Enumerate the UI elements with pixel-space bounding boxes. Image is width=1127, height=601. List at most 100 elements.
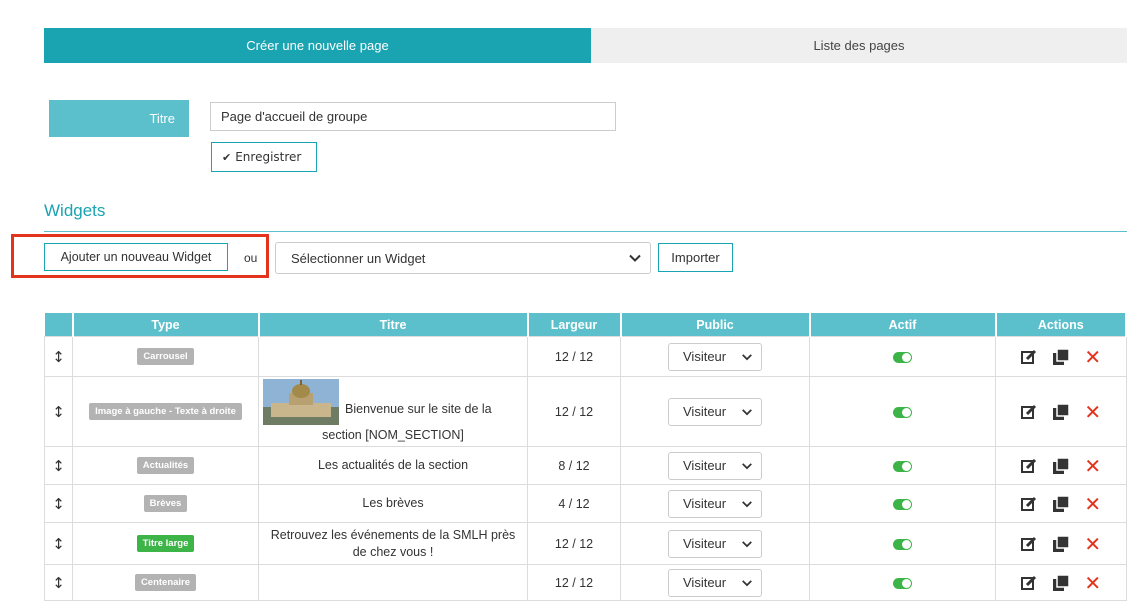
type-badge: Image à gauche - Texte à droite	[89, 403, 242, 420]
table-row: ↕ Carrousel 12 / 12 Visiteur ✕	[44, 336, 1127, 377]
duplicate-icon[interactable]	[1051, 494, 1071, 514]
public-select-value: Visiteur	[683, 536, 727, 551]
widgets-table: Type Titre Largeur Public Actif Actions …	[44, 313, 1127, 601]
save-button[interactable]: ✔ Enregistrer	[211, 142, 317, 172]
public-select[interactable]: Visiteur	[668, 397, 762, 426]
edit-icon[interactable]	[1019, 456, 1039, 476]
header-type: Type	[72, 313, 260, 337]
chevron-down-icon	[742, 500, 752, 507]
delete-icon[interactable]: ✕	[1083, 402, 1103, 422]
table-row: ↕ Brèves Les brèves 4 / 12 Visiteur ✕	[44, 484, 1127, 523]
tab-create-page[interactable]: Créer une nouvelle page	[44, 28, 591, 63]
delete-icon[interactable]: ✕	[1083, 573, 1103, 593]
edit-icon[interactable]	[1019, 347, 1039, 367]
duplicate-icon[interactable]	[1051, 347, 1071, 367]
header-width: Largeur	[527, 313, 622, 337]
drag-handle-icon[interactable]: ↕	[52, 457, 65, 475]
toggle-on-icon[interactable]	[893, 406, 912, 418]
type-badge: Actualités	[136, 457, 195, 474]
chevron-down-icon	[742, 540, 752, 547]
checkmark-icon: ✔	[222, 150, 232, 164]
widget-title: Bienvenue sur le site de la section [NOM…	[258, 376, 528, 447]
toggle-on-icon[interactable]	[893, 538, 912, 550]
widget-title: Les actualités de la section	[258, 446, 528, 485]
add-widget-button[interactable]: Ajouter un nouveau Widget	[44, 243, 228, 271]
widget-width: 12 / 12	[527, 376, 621, 447]
or-label: ou	[244, 251, 258, 265]
edit-icon[interactable]	[1019, 494, 1039, 514]
delete-icon[interactable]: ✕	[1083, 494, 1103, 514]
delete-icon[interactable]: ✕	[1083, 534, 1103, 554]
widget-width: 8 / 12	[527, 446, 621, 485]
toggle-on-icon[interactable]	[893, 498, 912, 510]
thumbnail-image	[263, 379, 339, 426]
public-select-value: Visiteur	[683, 458, 727, 473]
widget-title-line1: Bienvenue sur le site de la	[345, 402, 492, 417]
public-select-value: Visiteur	[683, 575, 727, 590]
edit-icon[interactable]	[1019, 402, 1039, 422]
table-row: ↕ Titre large Retrouvez les événements d…	[44, 522, 1127, 565]
type-badge: Titre large	[136, 535, 195, 552]
delete-icon[interactable]: ✕	[1083, 347, 1103, 367]
widget-width: 12 / 12	[527, 564, 621, 601]
duplicate-icon[interactable]	[1051, 456, 1071, 476]
header-title: Titre	[258, 313, 529, 337]
public-select-value: Visiteur	[683, 496, 727, 511]
import-button[interactable]: Importer	[658, 243, 733, 272]
drag-handle-icon[interactable]: ↕	[52, 574, 65, 592]
header-actions: Actions	[995, 313, 1127, 337]
widget-select[interactable]: Sélectionner un Widget	[275, 242, 651, 274]
widget-title: Retrouvez les événements de la SMLH près…	[258, 522, 528, 565]
widget-title	[258, 336, 528, 377]
chevron-down-icon	[742, 579, 752, 586]
type-badge: Carrousel	[137, 348, 194, 365]
table-row: ↕ Centenaire 12 / 12 Visiteur ✕	[44, 564, 1127, 601]
save-button-label: Enregistrer	[235, 150, 302, 164]
public-select-value: Visiteur	[683, 404, 727, 419]
drag-handle-icon[interactable]: ↕	[52, 535, 65, 553]
table-row: ↕ Image à gauche - Texte à droite Bienve…	[44, 376, 1127, 447]
table-row: ↕ Actualités Les actualités de la sectio…	[44, 446, 1127, 485]
chevron-down-icon	[742, 353, 752, 360]
header-active: Actif	[809, 313, 997, 337]
public-select[interactable]: Visiteur	[668, 489, 762, 518]
public-select[interactable]: Visiteur	[668, 342, 762, 371]
public-select[interactable]: Visiteur	[668, 568, 762, 597]
widgets-heading: Widgets	[44, 201, 106, 220]
widget-width: 12 / 12	[527, 336, 621, 377]
duplicate-icon[interactable]	[1051, 402, 1071, 422]
public-select-value: Visiteur	[683, 349, 727, 364]
widget-title-line2: section [NOM_SECTION]	[322, 428, 464, 443]
type-badge: Brèves	[143, 495, 188, 512]
tab-page-list[interactable]: Liste des pages	[591, 28, 1127, 63]
toggle-on-icon[interactable]	[893, 577, 912, 589]
title-input[interactable]	[210, 102, 616, 131]
delete-icon[interactable]: ✕	[1083, 456, 1103, 476]
table-header-row: Type Titre Largeur Public Actif Actions	[44, 313, 1127, 337]
page-tabs: Créer une nouvelle page Liste des pages	[44, 28, 1127, 63]
chevron-down-icon	[742, 408, 752, 415]
public-select[interactable]: Visiteur	[668, 451, 762, 480]
toggle-on-icon[interactable]	[893, 351, 912, 363]
widget-title: Les brèves	[258, 484, 528, 523]
header-public: Public	[620, 313, 811, 337]
edit-icon[interactable]	[1019, 573, 1039, 593]
chevron-down-icon	[742, 462, 752, 469]
widgets-divider	[44, 231, 1127, 232]
drag-handle-icon[interactable]: ↕	[52, 495, 65, 513]
chevron-down-icon	[629, 254, 641, 262]
widget-select-value: Sélectionner un Widget	[291, 250, 426, 266]
type-badge: Centenaire	[134, 574, 197, 591]
duplicate-icon[interactable]	[1051, 573, 1071, 593]
widget-title	[258, 564, 528, 601]
widget-width: 4 / 12	[527, 484, 621, 523]
duplicate-icon[interactable]	[1051, 534, 1071, 554]
public-select[interactable]: Visiteur	[668, 529, 762, 558]
widget-width: 12 / 12	[527, 522, 621, 565]
toggle-on-icon[interactable]	[893, 460, 912, 472]
title-label: Titre	[49, 100, 189, 137]
drag-handle-icon[interactable]: ↕	[52, 403, 65, 421]
drag-handle-icon[interactable]: ↕	[52, 348, 65, 366]
edit-icon[interactable]	[1019, 534, 1039, 554]
header-drag	[44, 313, 74, 337]
